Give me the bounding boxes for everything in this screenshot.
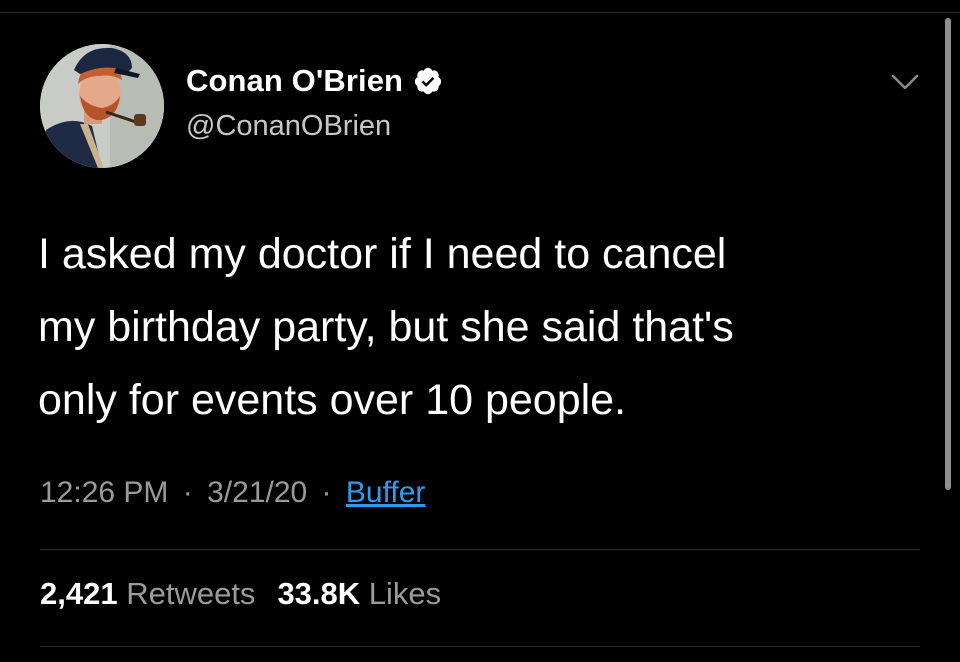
author-name-row[interactable]: Conan O'Brien [186,63,443,99]
scrollbar[interactable] [945,18,951,490]
retweets-stat[interactable]: 2,421 Retweets [40,576,255,611]
meta-separator: · [182,476,193,509]
likes-label: Likes [368,576,442,611]
author-handle[interactable]: @ConanOBrien [186,110,391,143]
tweet-text-line: my birthday party, but she said that's [38,303,734,351]
likes-count: 33.8K [277,576,361,611]
profile-photo [40,44,164,168]
tweet-source-link[interactable]: Buffer [346,476,426,509]
tweet-text-line: I asked my doctor if I need to cancel [38,230,727,278]
retweets-count: 2,421 [40,576,118,611]
tweet-text-line: only for events over 10 people. [38,376,627,424]
likes-stat[interactable]: 33.8K Likes [277,576,441,611]
divider [40,646,920,647]
verified-badge-icon [414,67,442,95]
tweet-date[interactable]: 3/21/20 [207,476,307,509]
avatar[interactable] [40,44,164,168]
meta-separator: · [321,476,332,509]
retweets-label: Retweets [126,576,256,611]
tweet-metadata: 12:26 PM · 3/21/20 · Buffer [40,476,425,510]
chevron-down-icon[interactable] [890,72,920,92]
display-name[interactable]: Conan O'Brien [186,63,403,99]
tweet-time[interactable]: 12:26 PM [40,476,168,509]
tweet-text: I asked my doctor if I need to cancel my… [38,218,918,437]
divider [40,549,920,550]
top-edge [0,0,960,13]
tweet-stats: 2,421 Retweets 33.8K Likes [40,576,441,612]
